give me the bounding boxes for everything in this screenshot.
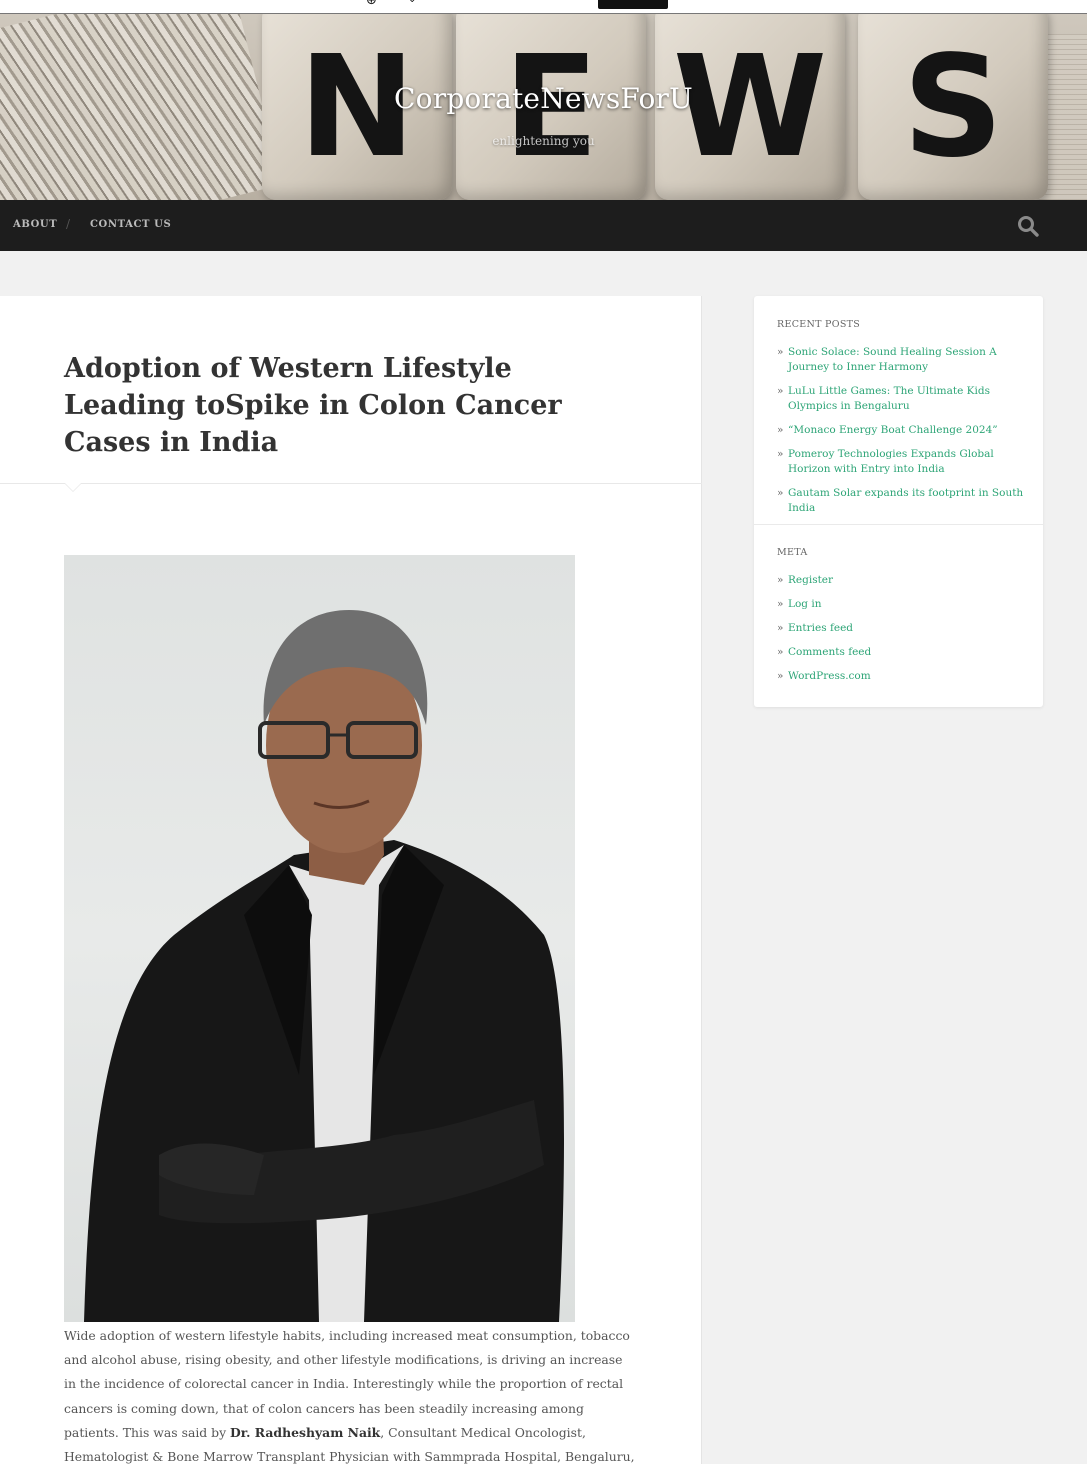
post-body-intro: Wide adoption of western lifestyle habit… <box>64 1328 630 1440</box>
meta-link-comments-feed[interactable]: Comments feed <box>777 645 1025 660</box>
post-header-divider <box>0 483 702 484</box>
meta-link-wordpress[interactable]: WordPress.com <box>777 669 1025 684</box>
site-title[interactable]: CorporateNewsForU <box>0 82 1087 115</box>
header-banner: N E W S CorporateNewsForU enlightening y… <box>0 14 1087 200</box>
recent-post-link[interactable]: Gautam Solar expands its footprint in So… <box>777 486 1025 516</box>
nav-item-contact-us[interactable]: Contact Us <box>90 219 171 230</box>
recent-post-link[interactable]: Sonic Solace: Sound Healing Session A Jo… <box>777 345 1025 375</box>
meta-list: Register Log in Entries feed Comments fe… <box>777 573 1025 693</box>
meta-title: Meta <box>777 547 808 558</box>
admin-bar: ⊕ ⌄ <box>0 0 1087 14</box>
post-featured-image <box>64 555 575 1322</box>
site-description: enlightening you <box>492 134 595 148</box>
meta-link-register[interactable]: Register <box>777 573 1025 588</box>
admin-bar-button[interactable] <box>598 0 668 9</box>
sidebar: Recent Posts Sonic Solace: Sound Healing… <box>754 296 1043 707</box>
meta-link-login[interactable]: Log in <box>777 597 1025 612</box>
meta-link-entries-feed[interactable]: Entries feed <box>777 621 1025 636</box>
nav-item-about[interactable]: About <box>13 219 57 230</box>
search-icon[interactable] <box>1017 215 1039 237</box>
divider-notch-inner <box>65 483 81 491</box>
recent-post-link[interactable]: “Monaco Energy Boat Challenge 2024” <box>777 423 1025 438</box>
recent-posts-list: Sonic Solace: Sound Healing Session A Jo… <box>777 345 1025 525</box>
post-body-paragraph: Wide adoption of western lifestyle habit… <box>64 1324 636 1464</box>
recent-post-link[interactable]: LuLu Little Games: The Ultimate Kids Oly… <box>777 384 1025 414</box>
post-body-bold-name: Dr. Radheshyam Naik <box>230 1424 381 1440</box>
portrait-photo <box>84 610 564 1322</box>
nav-separator: / <box>66 217 71 231</box>
post-article: Adoption of Western Lifestyle Leading to… <box>0 296 702 1464</box>
widget-divider <box>754 524 1043 525</box>
recent-posts-title: Recent Posts <box>777 319 861 330</box>
reader-icon[interactable]: ⌄ <box>408 0 416 5</box>
main-navigation: About / Contact Us <box>0 200 1087 251</box>
wordpress-icon[interactable]: ⊕ <box>366 0 382 7</box>
recent-post-link[interactable]: Pomeroy Technologies Expands Global Hori… <box>777 447 1025 477</box>
post-title[interactable]: Adoption of Western Lifestyle Leading to… <box>64 350 624 461</box>
